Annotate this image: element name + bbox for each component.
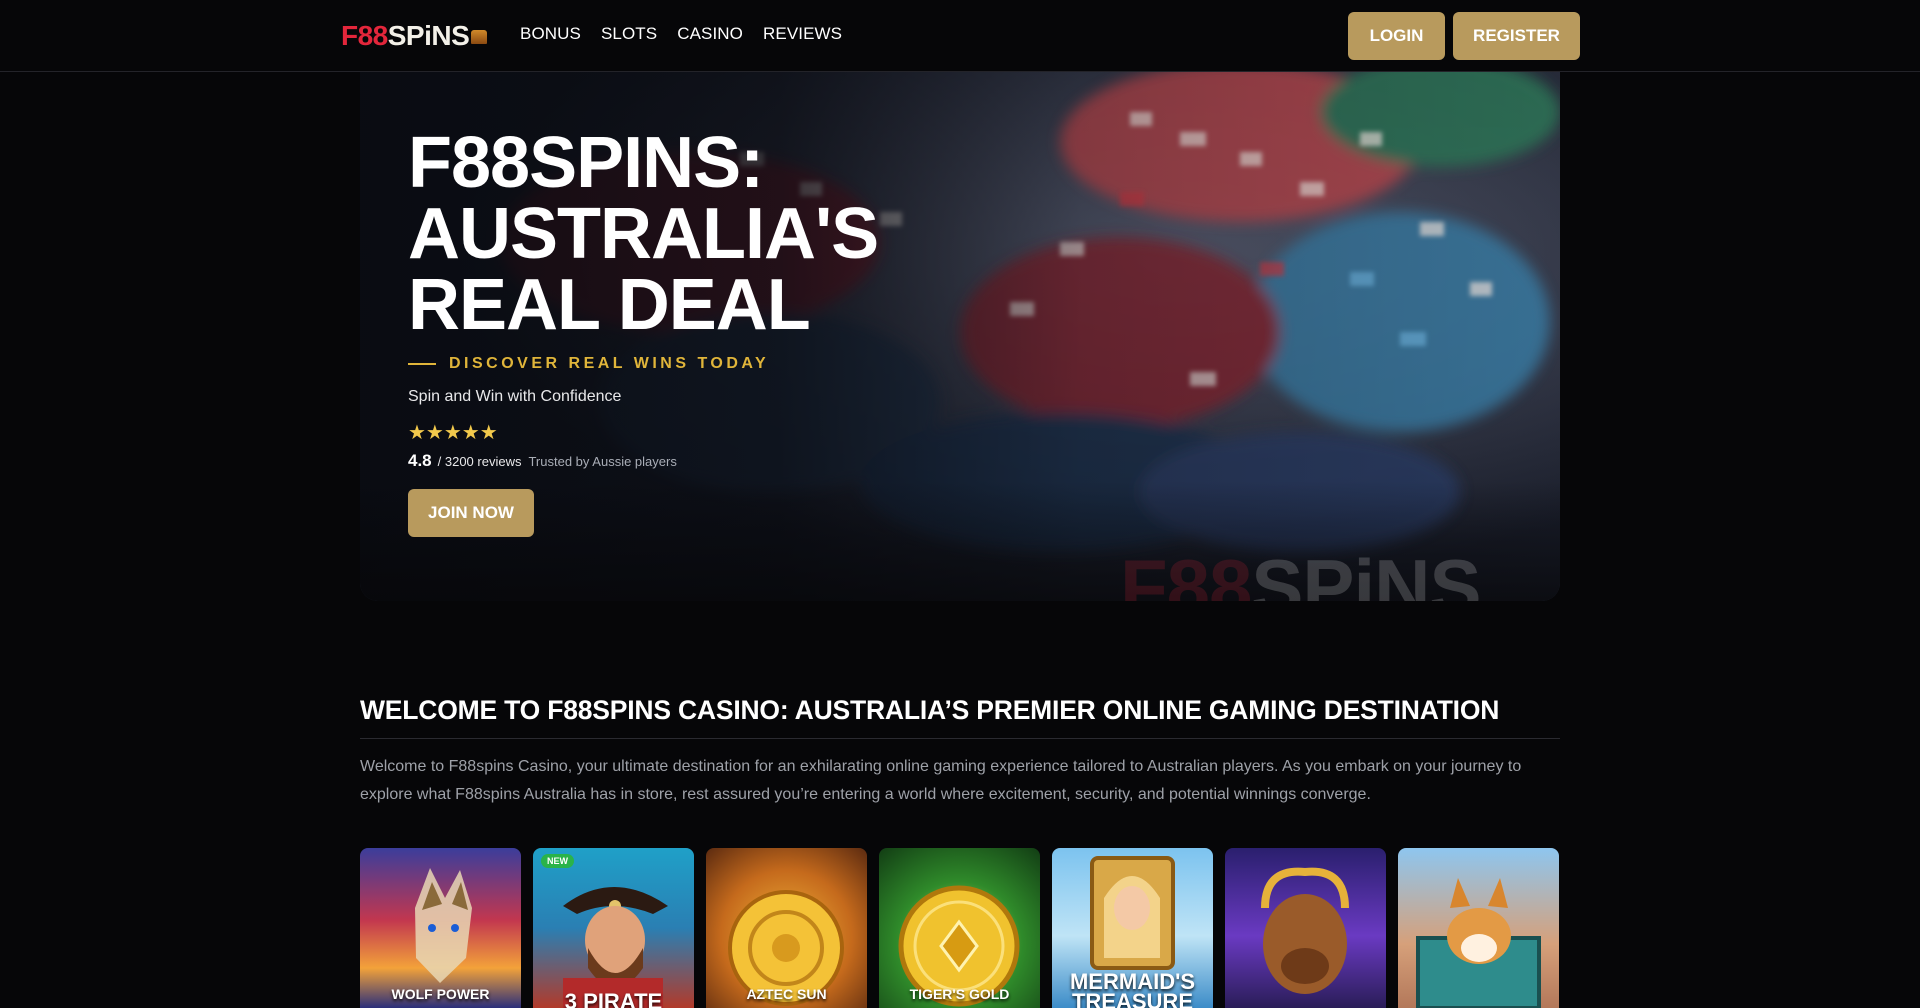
section-divider xyxy=(360,738,1560,739)
game-title: TIGER'S GOLD xyxy=(909,986,1010,1002)
game-card-buffalo[interactable] xyxy=(1225,848,1386,1008)
game-card-mermaids-treasure[interactable]: MERMAID'S TREASURE xyxy=(1052,848,1213,1008)
hero-subtitle: DISCOVER REAL WINS TODAY xyxy=(408,355,968,373)
game-title: MERMAID'S TREASURE xyxy=(1069,969,1195,1008)
watermark-spins: SPiNS xyxy=(1251,543,1481,601)
join-now-button[interactable]: JOIN NOW xyxy=(408,489,534,537)
rating-stars-icon: ★★★★★ xyxy=(408,422,498,444)
hero-logo-watermark: F88SPiNS xyxy=(1120,542,1481,601)
welcome-heading: WELCOME TO F88SPINS CASINO: AUSTRALIA’S … xyxy=(360,695,1500,725)
welcome-body: Welcome to F88spins Casino, your ultimat… xyxy=(360,758,1522,803)
game-card-wolf-power[interactable]: WOLF POWER xyxy=(360,848,521,1008)
hero-title-line-3: REAL DEAL xyxy=(408,265,811,345)
game-title: AZTEC SUN xyxy=(746,986,827,1002)
hero-description: Spin and Win with Confidence xyxy=(408,388,622,405)
hero-banner: F88SPiNS F88SPINS: AUSTRALIA'S REAL DEAL… xyxy=(360,72,1560,601)
game-card-3-pirate[interactable]: NEW 3 PIRATE xyxy=(533,848,694,1008)
game-card-corgi[interactable] xyxy=(1398,848,1559,1008)
welcome-section: WELCOME TO F88SPINS CASINO: AUSTRALIA’S … xyxy=(360,695,1560,809)
login-button[interactable]: LOGIN xyxy=(1348,12,1445,60)
review-count: / 3200 reviews xyxy=(437,454,522,469)
hero-title-line-1: F88SPINS: xyxy=(408,123,764,203)
hero-content: F88SPINS: AUSTRALIA'S REAL DEAL DISCOVER… xyxy=(408,123,968,537)
wolf-icon xyxy=(415,868,472,983)
hero-title: F88SPINS: AUSTRALIA'S REAL DEAL xyxy=(408,123,968,345)
register-button[interactable]: REGISTER xyxy=(1453,12,1580,60)
nav-casino[interactable]: CASINO xyxy=(677,24,743,44)
pirate-icon xyxy=(563,887,668,1008)
subtitle-accent-line xyxy=(408,363,436,365)
nav-reviews[interactable]: REVIEWS xyxy=(763,24,842,44)
trust-text: Trusted by Aussie players xyxy=(528,454,677,469)
game-card-tigers-gold[interactable]: TIGER'S GOLD xyxy=(879,848,1040,1008)
nav-bonus[interactable]: BONUS xyxy=(520,24,581,44)
hero-title-line-2: AUSTRALIA'S xyxy=(408,194,879,274)
game-title: WOLF POWER xyxy=(391,986,490,1002)
golden-sun-icon xyxy=(728,890,844,1006)
watermark-f88: F88 xyxy=(1120,543,1252,601)
logo-spins: SPiNS xyxy=(387,20,470,51)
gold-coin-icon xyxy=(898,885,1020,1007)
buffalo-icon xyxy=(1261,867,1349,994)
corgi-icon xyxy=(1416,878,1541,1008)
game-grid: WOLF POWER NEW 3 PIRATE AZTEC SUN TIGER'… xyxy=(360,848,1560,1008)
nav-slots[interactable]: SLOTS xyxy=(601,24,657,44)
main-nav: BONUS SLOTS CASINO REVIEWS xyxy=(520,24,842,44)
game-card-aztec-sun[interactable]: AZTEC SUN xyxy=(706,848,867,1008)
rating-score: 4.8 xyxy=(408,451,432,470)
logo-f88: F88 xyxy=(341,20,388,51)
game-title: 3 PIRATE xyxy=(564,989,663,1008)
treasure-chest-icon xyxy=(471,30,488,44)
hero-subtitle-text: DISCOVER REAL WINS TODAY xyxy=(449,355,770,372)
site-header: F88 SPiNS BONUS SLOTS CASINO REVIEWS LOGI… xyxy=(0,0,1920,72)
rating-summary: 4.8 / 3200 reviews Trusted by Aussie pla… xyxy=(408,451,968,471)
site-logo[interactable]: F88 SPiNS xyxy=(341,19,488,53)
